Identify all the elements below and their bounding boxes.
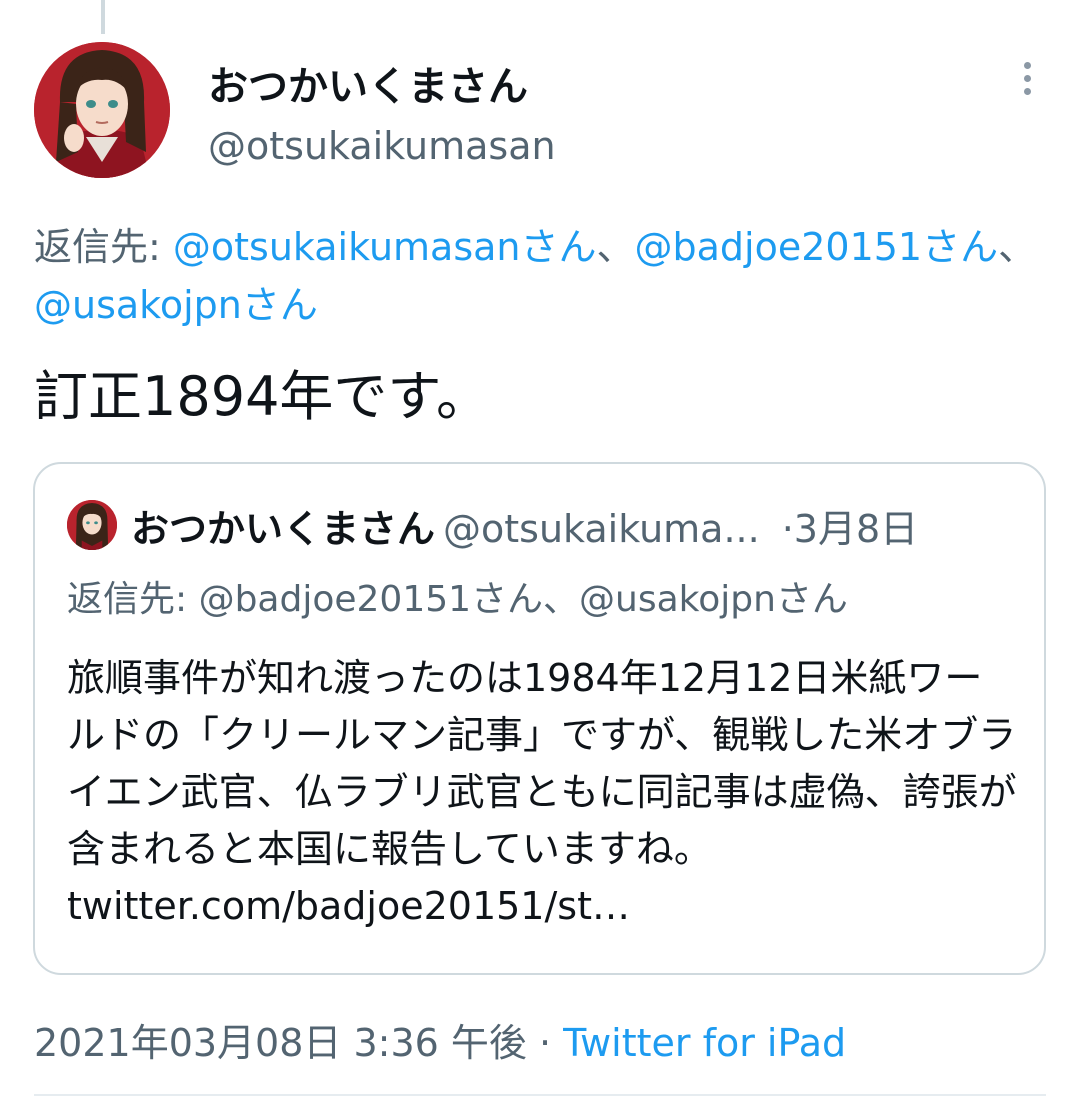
quote-date: 3月8日 (793, 507, 919, 551)
thread-connector-line (101, 0, 105, 34)
author-handle[interactable]: @otsukaikumasan (208, 124, 556, 168)
quote-link: twitter.com/badjoe20151/st… (67, 884, 630, 928)
reply-to-line: 返信先: @otsukaikumasanさん、@badjoe20151さん、@u… (34, 218, 1054, 334)
tweet-text: 訂正1894年です。 (34, 365, 491, 428)
quote-author-name: おつかいくまさん (131, 507, 436, 551)
tweet-meta: 2021年03月08日 3:36 午後 · Twitter for iPad (34, 1012, 846, 1067)
author-display-name[interactable]: おつかいくまさん (208, 54, 528, 112)
reply-to-label: 返信先: (34, 225, 173, 269)
quote-header: おつかいくまさん @otsukaikuma... ·3月8日 (131, 498, 1021, 553)
mention-link[interactable]: @usakojpnさん (34, 283, 318, 327)
separator: 、 (596, 225, 635, 269)
tweet-source[interactable]: Twitter for iPad (563, 1021, 846, 1065)
more-vertical-icon[interactable] (1016, 62, 1038, 102)
quote-text: 旅順事件が知れ渡ったのは1984年12月12日米紙ワールドの「クリールマン記事」… (67, 650, 1017, 935)
quote-avatar (67, 500, 117, 550)
mention-link[interactable]: @otsukaikumasanさん (173, 225, 597, 269)
quote-reply-label: 返信先: (67, 579, 199, 620)
separator: 、 (998, 225, 1037, 269)
quote-reply-to: 返信先: @badjoe20151さん、@usakojpnさん (67, 570, 848, 622)
avatar[interactable] (34, 42, 170, 178)
quote-tweet-card[interactable]: おつかいくまさん @otsukaikuma... ·3月8日 返信先: @badjo… (33, 462, 1046, 975)
quote-dot-separator: · (781, 507, 794, 551)
quote-author-handle: @otsukaikuma... (443, 507, 760, 551)
mention-link[interactable]: @badjoe20151さん (635, 225, 999, 269)
divider (34, 1094, 1046, 1096)
quote-reply-mentions: @badjoe20151さん、@usakojpnさん (198, 579, 848, 620)
meta-separator: · (526, 1021, 564, 1065)
tweet-timestamp[interactable]: 2021年03月08日 3:36 午後 (34, 1021, 527, 1065)
quote-avatar-image (67, 500, 117, 550)
quote-body: 旅順事件が知れ渡ったのは1984年12月12日米紙ワールドの「クリールマン記事」… (67, 656, 1017, 871)
avatar-image (34, 42, 170, 178)
